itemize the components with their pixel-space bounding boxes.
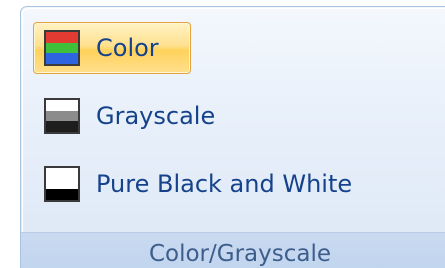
color-mode-icon [44, 30, 80, 66]
color-grayscale-group: Color Grayscale Pure Black and White Col… [20, 6, 445, 268]
grayscale-button-label: Grayscale [96, 102, 216, 130]
group-label: Color/Grayscale [21, 232, 445, 268]
color-button[interactable]: Color [33, 22, 191, 74]
color-button-label: Color [96, 34, 159, 62]
grayscale-button[interactable]: Grayscale [33, 90, 253, 142]
pure-black-and-white-button-label: Pure Black and White [96, 170, 353, 198]
black-white-mode-icon [44, 166, 80, 202]
pure-black-and-white-button[interactable]: Pure Black and White [33, 158, 433, 210]
grayscale-mode-icon [44, 98, 80, 134]
